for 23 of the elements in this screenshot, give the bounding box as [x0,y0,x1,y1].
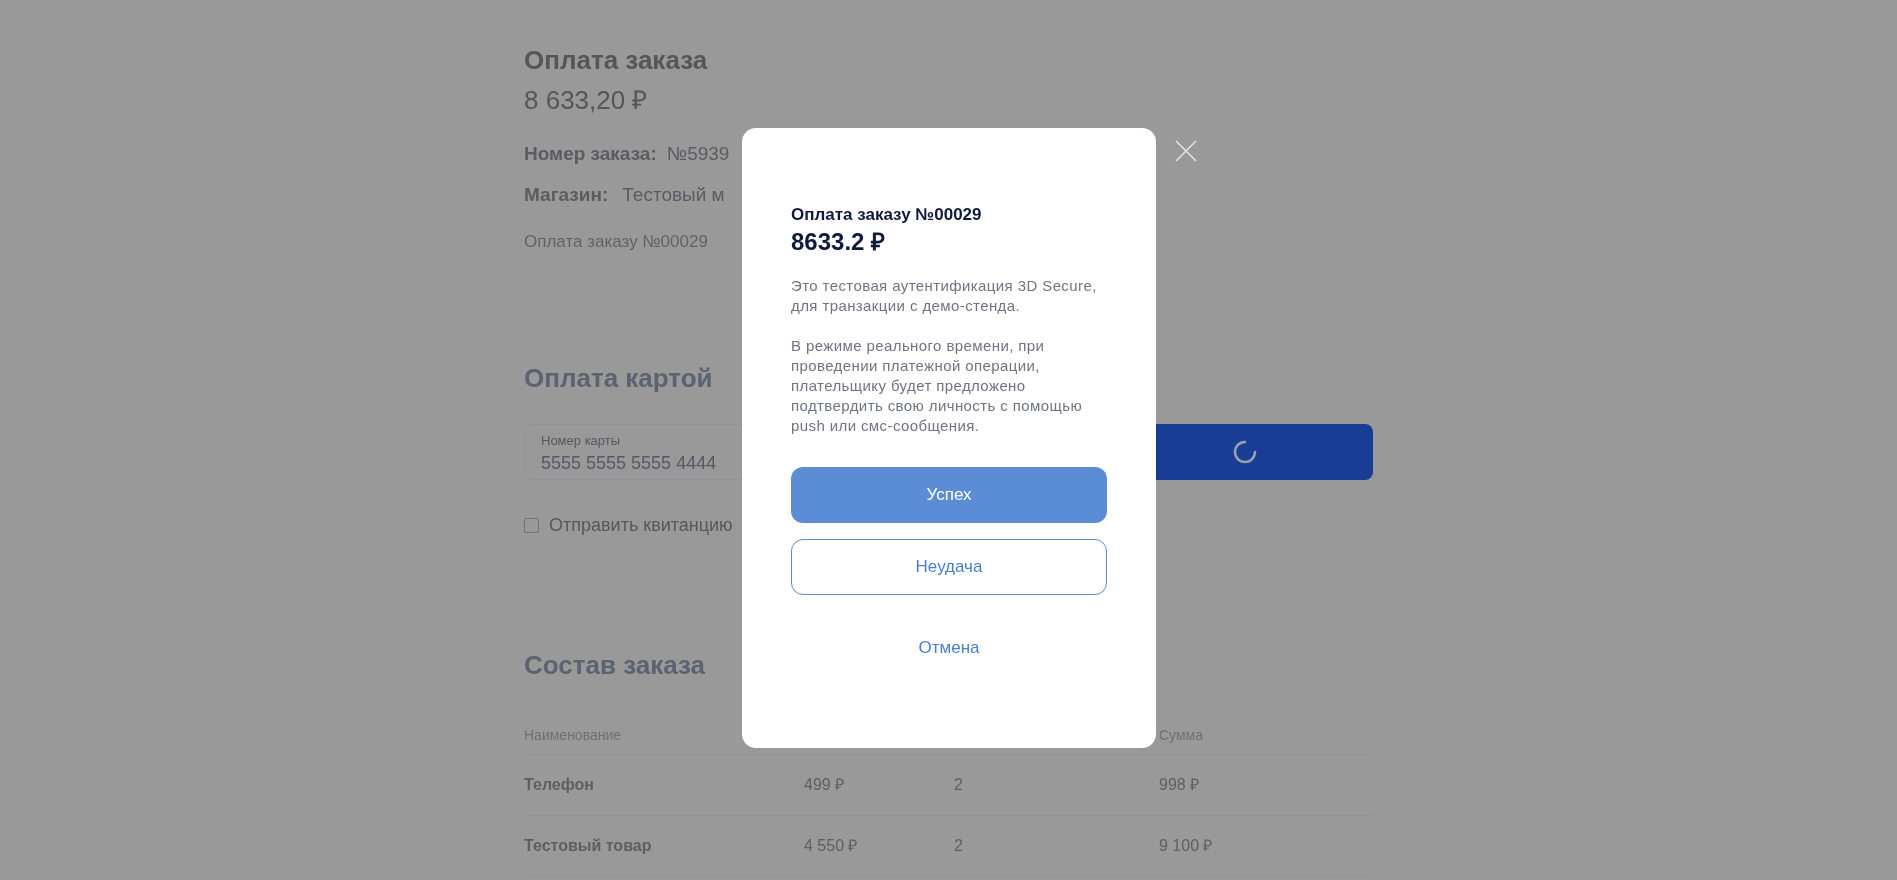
order-description: Оплата заказу №00029 [524,231,708,253]
table-cell-text: 2 [954,835,963,856]
page-title: Оплата заказа [524,44,709,76]
dialog-paragraph: Это тестовая аутентификация 3D Secure, для транзакции с демо-стенда. [791,275,1098,316]
section-title: Состав заказа [524,648,706,682]
dialog-paragraph: В режиме реального времени, при проведении платежной операции, плательщику будет предложено подтвердить свою личность с помощью push или смс-сообщения. [791,335,1084,436]
table-cell-text: Телефон [524,774,594,795]
section-title: Оплата картой [524,361,713,395]
dialog-title: Оплата заказу №00029 [791,204,982,226]
table-cell-text: 499 ₽ [804,774,845,795]
store-value: Тестовый м [622,182,725,207]
table-cell-text: 9 100 ₽ [1159,835,1213,856]
dialog-amount: 8633.2 ₽ [791,227,886,256]
field-label: Номер карты [541,431,621,450]
receipt-checkbox-label: Отправить квитанцию [549,513,733,537]
order-number-label: Номер заказа: [524,142,657,166]
table-cell-text: Тестовый товар [524,835,652,856]
table-cell-text: 2 [954,774,963,795]
order-amount: 8 633,20 ₽ [524,84,649,116]
table-cell-text: 998 ₽ [1159,774,1200,795]
order-number-value: №5939 [666,142,730,166]
table-cell-text: 4 550 ₽ [804,835,858,856]
store-label: Магазин: [524,182,609,207]
